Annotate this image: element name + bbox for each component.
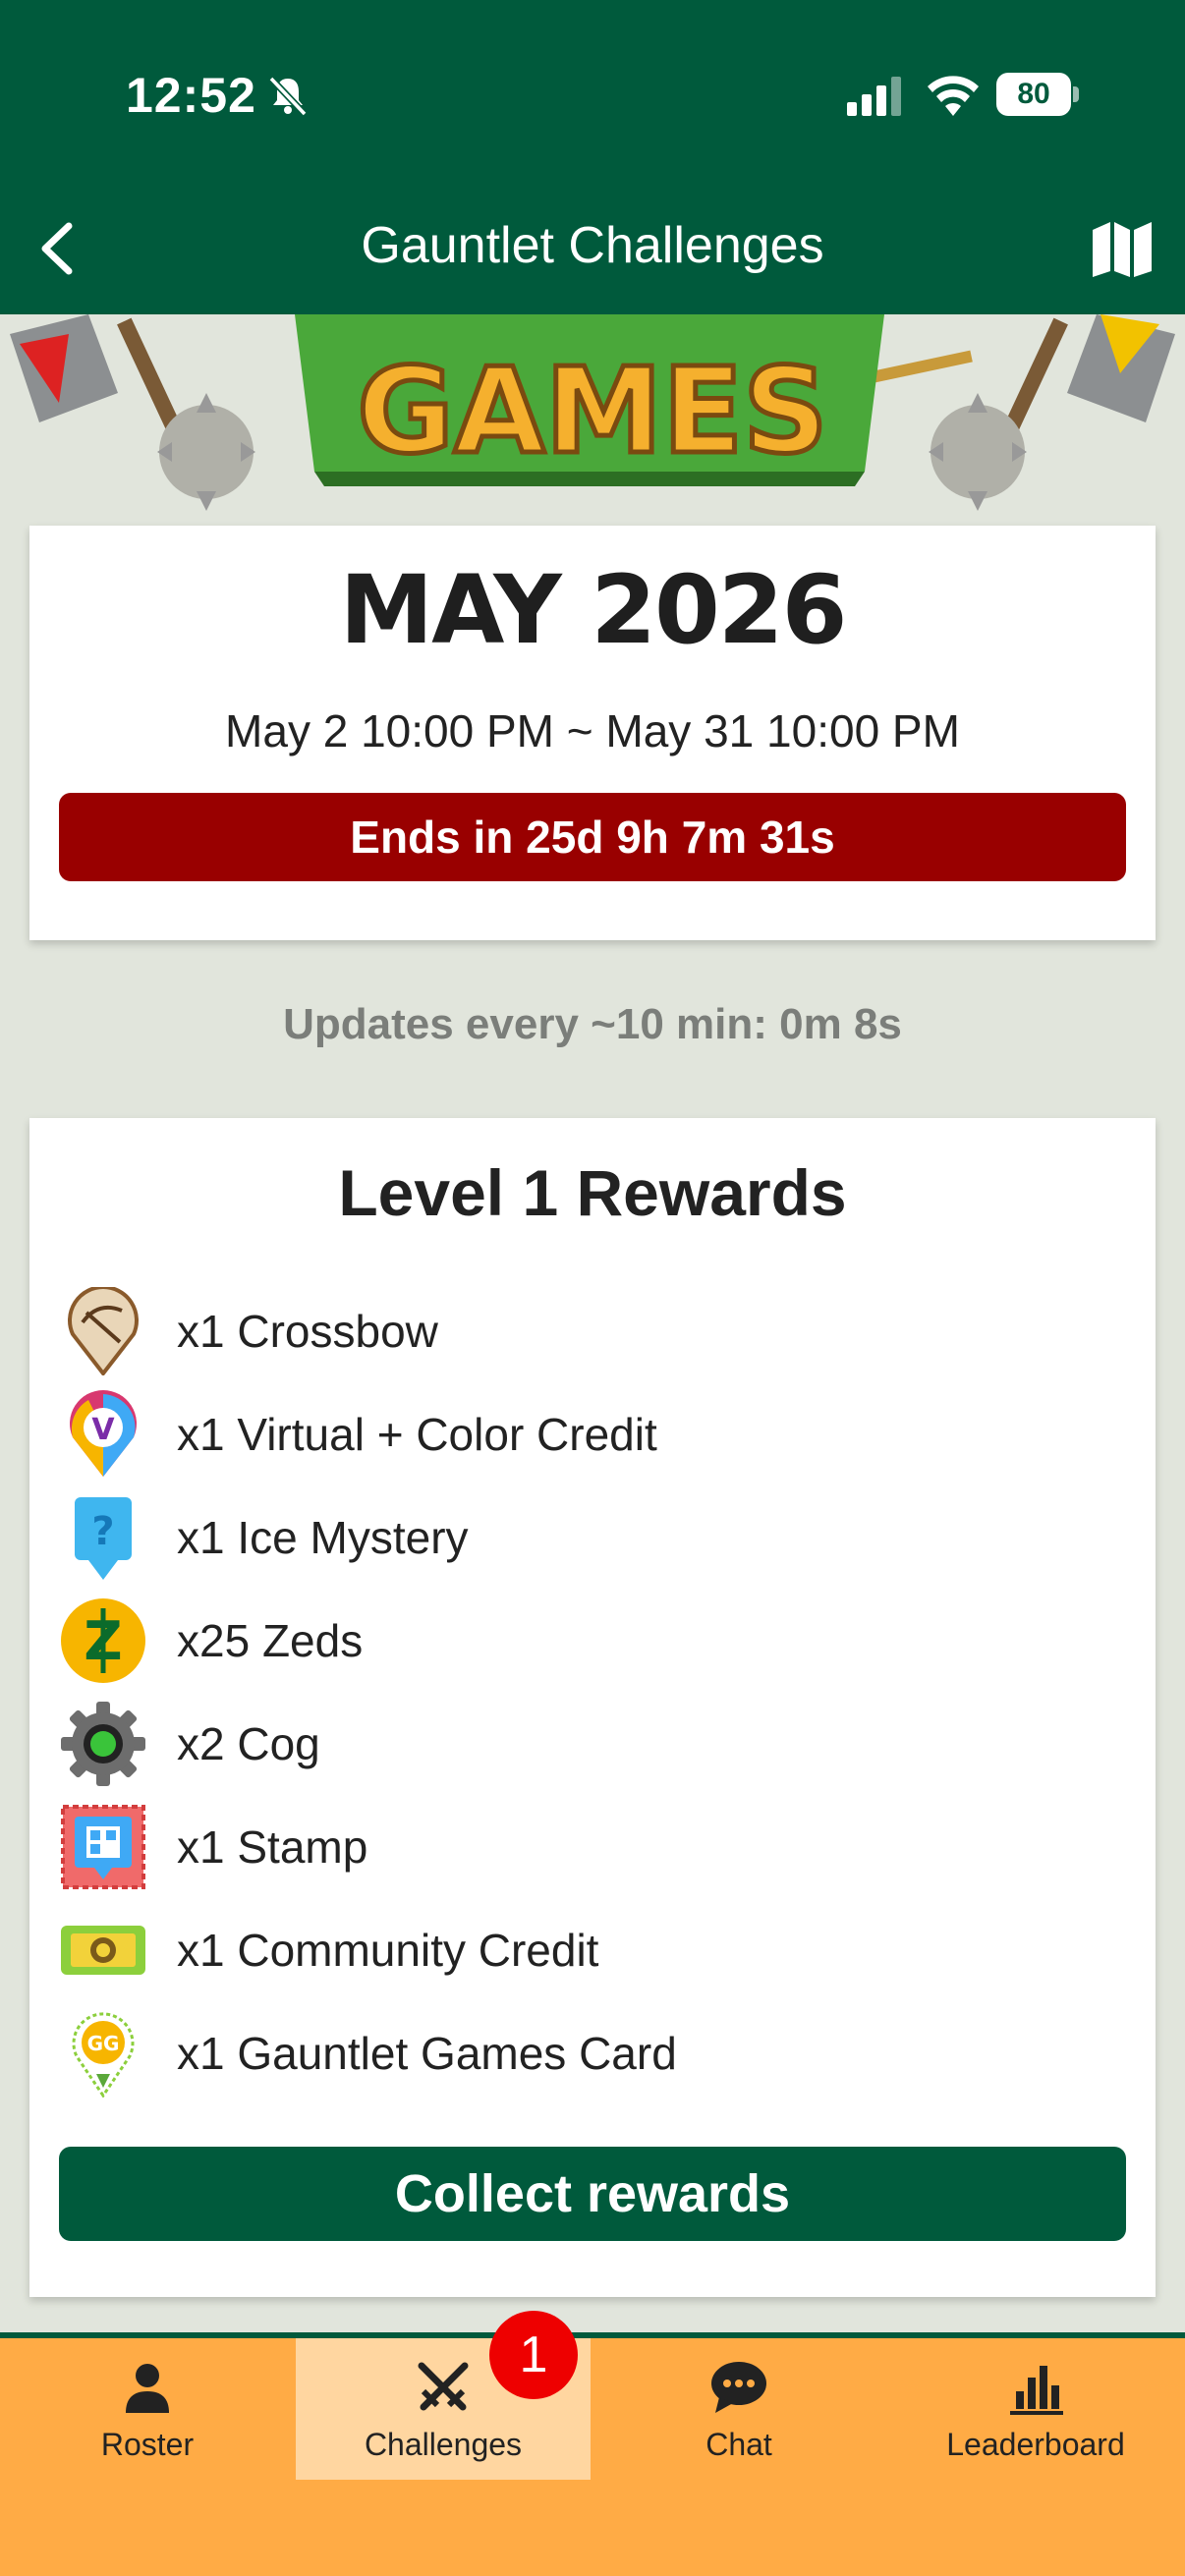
reward-label: x1 Gauntlet Games Card — [177, 2028, 677, 2079]
reward-label: x1 Ice Mystery — [177, 1512, 469, 1563]
gauntlet-games-card-icon: GG — [72, 2012, 135, 2098]
chat-bubble-icon — [711, 2362, 766, 2413]
reward-item: x2 Cog — [59, 1700, 1100, 1788]
tab-chat[interactable]: Chat — [592, 2338, 886, 2480]
tab-leaderboard[interactable]: Leaderboard — [888, 2338, 1183, 2480]
reward-item: x1 Crossbow — [59, 1287, 1100, 1375]
cellular-signal-icon — [847, 77, 901, 116]
svg-text:V: V — [91, 1413, 115, 1447]
crossbow-icon — [68, 1287, 139, 1375]
top-bar: 12:52 80 Gauntlet Challenges — [0, 0, 1185, 314]
month-title: MAY 2026 — [339, 555, 848, 665]
reward-item: ? x1 Ice Mystery — [59, 1493, 1100, 1582]
battery-indicator: 80 — [996, 73, 1079, 116]
banner-text: GAMES — [357, 344, 827, 480]
wifi-icon — [928, 76, 979, 116]
rewards-title: Level 1 Rewards — [338, 1156, 847, 1229]
virtual-color-credit-icon: V — [70, 1390, 137, 1477]
reward-item: GG x1 Gauntlet Games Card — [59, 2009, 1100, 2098]
status-time: 12:52 — [126, 68, 256, 123]
page-title: Gauntlet Challenges — [361, 217, 824, 274]
svg-text:GG: GG — [87, 2032, 120, 2055]
notification-badge: 1 — [489, 2311, 578, 2399]
rewards-card: Level 1 Rewards x1 Crossbow V x1 Virtual… — [29, 1118, 1156, 2297]
crossed-swords-icon — [418, 2362, 469, 2411]
nav-bar: Gauntlet Challenges — [0, 196, 1185, 305]
reward-item: x1 Stamp — [59, 1803, 1100, 1891]
cog-icon — [61, 1702, 145, 1786]
battery-level: 80 — [996, 73, 1071, 116]
tab-bar: Roster Challenges Chat Leaderboard 1 — [0, 2311, 1185, 2576]
month-card: MAY 2026 May 2 10:00 PM ~ May 31 10:00 P… — [29, 526, 1156, 940]
reward-label: x2 Cog — [177, 1718, 320, 1769]
community-credit-icon — [61, 1926, 145, 1975]
battery-cap — [1073, 86, 1079, 102]
reward-item: V x1 Virtual + Color Credit — [59, 1390, 1100, 1479]
countdown-banner: Ends in 25d 9h 7m 31s — [59, 793, 1126, 881]
tab-label: Challenges — [364, 2427, 523, 2462]
reward-label: x25 Zeds — [177, 1615, 364, 1666]
reward-label: x1 Crossbow — [177, 1306, 438, 1357]
tab-label: Roster — [100, 2427, 195, 2462]
tab-roster[interactable]: Roster — [0, 2338, 295, 2480]
date-range: May 2 10:00 PM ~ May 31 10:00 PM — [225, 705, 960, 756]
person-icon — [126, 2364, 169, 2413]
tab-label: Chat — [705, 2427, 772, 2462]
reward-label: x1 Stamp — [177, 1821, 368, 1873]
update-timer: Updates every ~10 min: 0m 8s — [283, 1000, 902, 1048]
reward-item: x1 Community Credit — [59, 1906, 1100, 1994]
bar-chart-icon — [1010, 2366, 1063, 2415]
stamp-icon — [61, 1805, 145, 1889]
collect-rewards-button[interactable]: Collect rewards — [59, 2147, 1126, 2241]
ice-mystery-icon: ? — [75, 1497, 132, 1580]
status-bar: 12:52 80 — [0, 61, 1185, 130]
gauntlet-games-banner: GAMES — [0, 314, 1185, 521]
svg-text:?: ? — [91, 1509, 114, 1554]
muted-bell-icon — [268, 76, 308, 117]
reward-label: x1 Virtual + Color Credit — [177, 1409, 657, 1460]
reward-item: Z x25 Zeds — [59, 1596, 1100, 1685]
tab-label: Leaderboard — [946, 2427, 1125, 2462]
reward-label: x1 Community Credit — [177, 1925, 599, 1976]
zeds-icon: Z — [61, 1598, 145, 1683]
gauntlet-games-logo: GAMES — [0, 314, 1185, 521]
map-icon[interactable] — [1091, 220, 1154, 279]
